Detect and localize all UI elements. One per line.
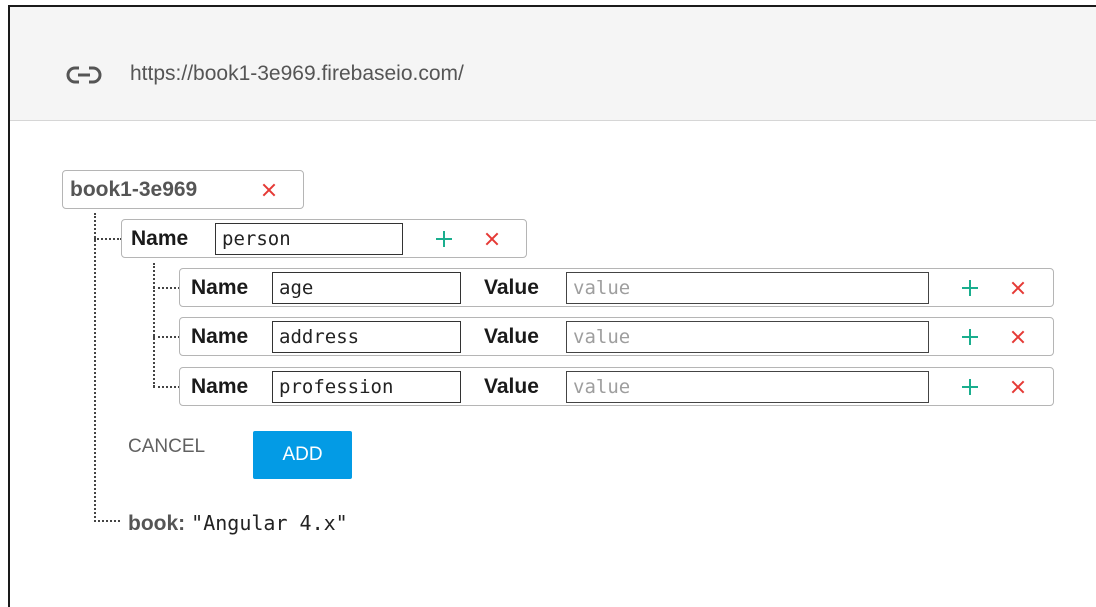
grandchild-node: Name Value <box>179 317 1054 356</box>
root-node-name[interactable]: book1-3e969 <box>70 178 197 202</box>
value-label: Value <box>484 325 539 348</box>
name-label: Name <box>131 227 189 250</box>
plus-icon[interactable] <box>955 321 985 353</box>
tree-connector <box>153 386 180 388</box>
tree-connector <box>153 287 180 289</box>
grandchild-node: Name Value <box>179 268 1054 307</box>
plus-icon[interactable] <box>429 223 459 255</box>
tree-connector <box>94 213 96 522</box>
value-label: Value <box>484 375 539 398</box>
name-input[interactable] <box>272 321 461 353</box>
tree-connector <box>94 520 120 522</box>
name-label: Name <box>191 375 249 398</box>
value-input[interactable] <box>566 272 929 304</box>
database-url[interactable]: https://book1-3e969.firebaseio.com/ <box>130 62 464 86</box>
tree-connector <box>153 336 180 338</box>
root-node: book1-3e969 <box>62 170 304 209</box>
cancel-button[interactable]: CANCEL <box>128 436 205 458</box>
url-bar: https://book1-3e969.firebaseio.com/ <box>10 7 1096 121</box>
close-icon[interactable] <box>1003 371 1033 403</box>
name-input[interactable] <box>272 371 461 403</box>
close-icon[interactable] <box>477 223 507 255</box>
leaf-key: book: <box>128 512 186 535</box>
add-button[interactable]: ADD <box>253 431 352 479</box>
child-node: Name <box>121 219 527 258</box>
database-panel: https://book1-3e969.firebaseio.com/ book… <box>8 5 1096 607</box>
name-input[interactable] <box>272 272 461 304</box>
link-icon <box>66 63 102 87</box>
name-input[interactable] <box>215 223 403 255</box>
tree-connector <box>94 238 122 240</box>
value-label: Value <box>484 276 539 299</box>
close-icon[interactable] <box>1003 321 1033 353</box>
name-label: Name <box>191 276 249 299</box>
leaf-value: "Angular 4.x" <box>191 511 348 535</box>
value-input[interactable] <box>566 371 929 403</box>
tree-connector <box>153 263 155 387</box>
close-icon[interactable] <box>1003 272 1033 304</box>
grandchild-node: Name Value <box>179 367 1054 406</box>
close-icon[interactable] <box>254 174 284 206</box>
value-input[interactable] <box>566 321 929 353</box>
plus-icon[interactable] <box>955 272 985 304</box>
leaf-node[interactable]: book: "Angular 4.x" <box>128 511 348 536</box>
name-label: Name <box>191 325 249 348</box>
plus-icon[interactable] <box>955 371 985 403</box>
